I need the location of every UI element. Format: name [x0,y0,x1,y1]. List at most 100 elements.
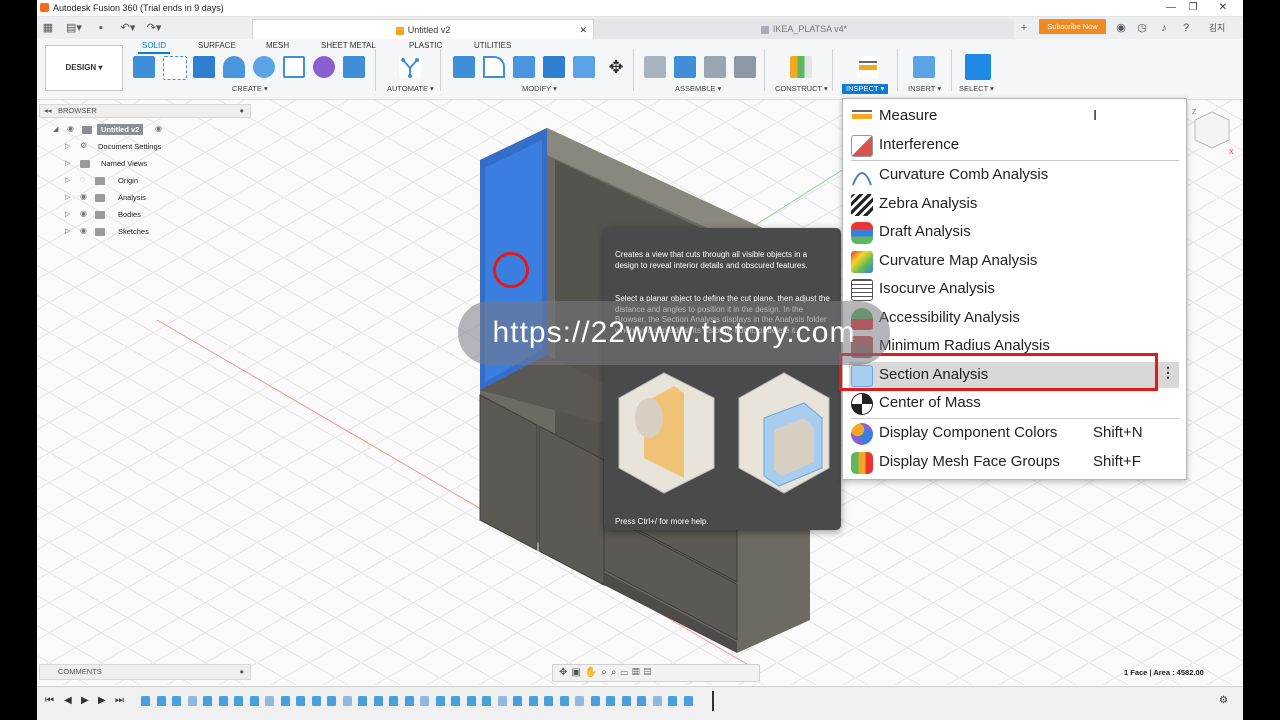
create-group[interactable]: CREATE ▾ [232,84,268,94]
data-panel-icon[interactable]: ◉ [1115,21,1127,35]
notifications-icon[interactable]: ♪ [1158,21,1170,35]
browser-panel-header[interactable]: ◂◂ BROWSER ● [39,104,251,118]
hole-icon[interactable] [253,56,275,78]
timeline-feature-icon[interactable] [435,696,445,706]
timeline-next-icon[interactable]: ▶ [98,695,106,706]
timeline-feature-icon[interactable] [296,696,305,706]
new-component-assemble-icon[interactable] [674,56,696,78]
maximize-icon[interactable]: ❐ [1182,1,1204,15]
timeline-feature-icon[interactable] [373,696,383,706]
viewports-icon[interactable]: ▤ [644,667,656,678]
timeline-settings-icon[interactable]: ⚙ [1219,695,1228,706]
revolve-icon[interactable] [223,56,245,78]
press-pull-icon[interactable] [453,56,475,78]
look-at-icon[interactable]: ▣ [571,667,584,678]
timeline-feature-icon[interactable] [559,696,569,706]
browser-item-origin[interactable]: Origin [118,175,138,186]
tab-ikea-platsa[interactable]: IKEA_PLATSA v4* [594,19,1014,39]
expand-icon[interactable]: ▷ [65,210,70,218]
timeline-feature-icon[interactable] [683,696,693,706]
timeline-feature-icon[interactable] [451,696,460,706]
timeline-marker[interactable] [712,691,714,711]
timeline-feature-icon[interactable] [187,696,197,706]
visibility-eye-icon[interactable]: ◉ [80,192,87,201]
timeline-feature-icon[interactable] [482,696,491,706]
save-icon[interactable]: ▪ [95,21,107,35]
joint-origin-icon[interactable] [734,56,756,78]
browser-root-node[interactable]: Untitled v2 [97,124,144,135]
offset-plane-icon[interactable] [790,56,812,78]
collapse-browser-icon[interactable]: ◂◂ [44,105,52,117]
timeline-feature-icon[interactable] [311,696,321,706]
automate-group[interactable]: AUTOMATE ▾ [387,84,434,94]
menu-item-zebra-analysis[interactable]: Zebra Analysis [849,191,1179,217]
timeline-feature-icon[interactable] [389,696,398,706]
browser-item-bodies[interactable]: Bodies [118,209,141,220]
visibility-eye-icon[interactable]: ◉ [67,124,74,133]
new-tab-icon[interactable]: + [1018,21,1030,35]
minimize-icon[interactable]: — [1160,1,1182,15]
user-account[interactable]: 김지 [1202,21,1232,35]
automate-icon[interactable] [399,56,421,78]
timeline-feature-icon[interactable] [404,696,414,706]
menu-item-measure[interactable]: Measure I [849,103,1179,129]
visibility-eye-icon[interactable]: ◉ [80,226,87,235]
timeline-feature-icon[interactable] [590,696,600,706]
tab-solid[interactable]: SOLID [138,40,171,54]
timeline-feature-icon[interactable] [466,696,476,706]
timeline-feature-icon[interactable] [544,696,553,706]
browser-item-document-settings[interactable]: Document Settings [98,141,161,152]
timeline-feature-icon[interactable] [420,696,429,706]
inspect-group[interactable]: INSPECT ▾ [842,84,889,94]
move-icon[interactable]: ✥ [605,56,627,78]
expand-icon[interactable]: ▷ [65,142,70,150]
subscribe-button[interactable]: Subscribe Now [1039,19,1106,34]
timeline-feature-icon[interactable] [513,696,522,706]
expand-root-icon[interactable]: ◢ [53,125,58,133]
browser-item-named-views[interactable]: Named Views [101,158,147,169]
select-icon[interactable] [965,54,991,80]
timeline-feature-icon[interactable] [528,696,538,706]
create-sketch-icon[interactable] [163,56,187,80]
modify-group[interactable]: MODIFY ▾ [522,84,557,94]
menu-item-isocurve-analysis[interactable]: Isocurve Analysis [849,276,1179,302]
display-settings-icon[interactable]: ▭ [621,667,633,678]
timeline-feature-icon[interactable] [497,696,507,706]
timeline-prev-icon[interactable]: ◀ [64,695,72,706]
file-menu-icon[interactable]: ▤▾ [65,21,83,35]
form-icon[interactable] [313,56,335,78]
measure-icon[interactable] [857,56,879,78]
menu-item-draft-analysis[interactable]: Draft Analysis [849,219,1179,245]
browser-item-sketches[interactable]: Sketches [118,226,149,237]
comments-add-icon[interactable]: ● [239,665,244,679]
assemble-group[interactable]: ASSEMBLE ▾ [675,84,721,94]
zoom-icon[interactable]: ⌕ [601,667,611,678]
menu-item-display-mesh-face-groups[interactable]: Display Mesh Face Groups Shift+F [849,449,1179,475]
timeline-feature-icon[interactable] [234,696,243,706]
menu-item-curvature-comb-analysis[interactable]: Curvature Comb Analysis [849,162,1179,188]
expand-icon[interactable]: ▷ [65,159,70,167]
redo-icon[interactable]: ↷▾ [145,21,163,35]
visibility-eye-icon[interactable]: ◌ [80,175,85,184]
tab-mesh[interactable]: MESH [266,40,289,52]
timeline-feature-icon[interactable] [575,696,584,706]
timeline-feature-icon[interactable] [606,696,615,706]
tab-untitled-v2[interactable]: Untitled v2 ✕ [252,19,594,40]
menu-item-curvature-map-analysis[interactable]: Curvature Map Analysis [849,248,1179,274]
active-component-radio-icon[interactable]: ◉ [155,124,162,133]
pan-icon[interactable]: ✋ [585,667,601,678]
help-icon[interactable]: ? [1180,21,1192,35]
fit-icon[interactable]: ⌕ [611,667,621,678]
browser-pin-icon[interactable]: ● [239,105,244,117]
box-icon[interactable] [343,56,365,78]
timeline-feature-icon[interactable] [141,696,150,706]
fillet-icon[interactable] [483,56,505,78]
select-group[interactable]: SELECT ▾ [959,84,994,94]
timeline-feature-icon[interactable] [621,696,631,706]
construct-group[interactable]: CONSTRUCT ▾ [775,84,828,94]
tab-utilities[interactable]: UTILITIES [474,40,511,52]
timeline-feature-icon[interactable] [280,696,290,706]
timeline-feature-icon[interactable] [668,696,677,706]
timeline-feature-icon[interactable] [249,696,259,706]
joint-icon[interactable] [644,56,666,78]
